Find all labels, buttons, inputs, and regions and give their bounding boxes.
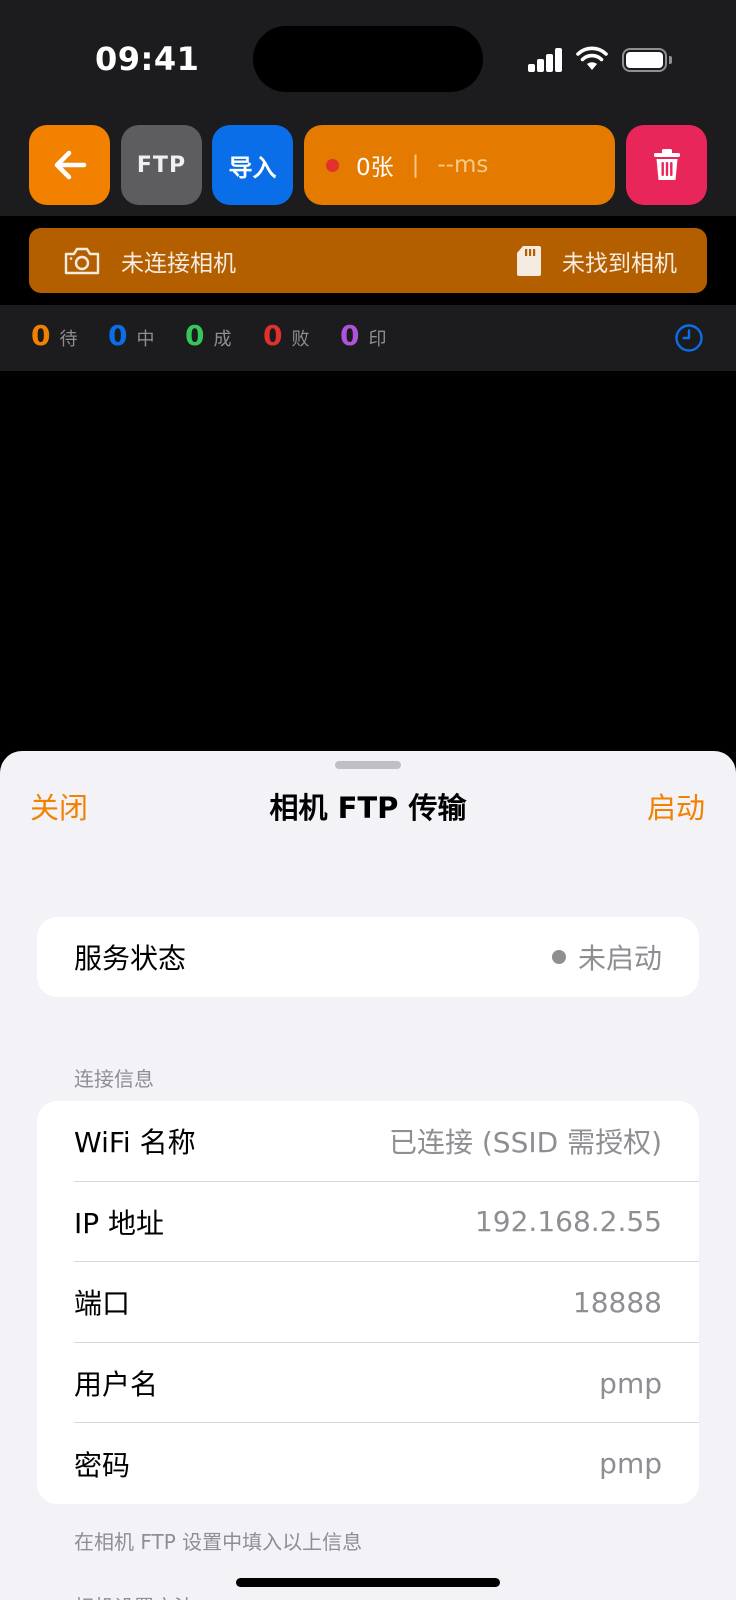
service-status-value: 未启动 xyxy=(551,937,662,977)
arrow-left-icon xyxy=(54,150,86,180)
stat-in-progress: 0 中 xyxy=(108,319,154,352)
sd-card-icon xyxy=(517,245,541,276)
password-label: 密码 xyxy=(74,1448,131,1482)
ftp-button[interactable]: FTP xyxy=(121,125,202,205)
toolbar: FTP 导入 0张 | --ms xyxy=(0,118,736,216)
camera-connection-text: 未连接相机 xyxy=(121,250,236,277)
username-label: 用户名 xyxy=(74,1368,159,1402)
port-value: 18888 xyxy=(572,1285,662,1319)
camera-icon xyxy=(64,247,100,274)
camera-connection-status: 未连接相机 xyxy=(63,228,236,293)
stat-success-count: 0 xyxy=(185,319,205,352)
service-status-row: 服务状态 未启动 xyxy=(37,917,699,997)
stats-bar: 0 待 0 中 0 成 0 败 0 印 xyxy=(0,305,736,371)
service-status-text: 未启动 xyxy=(577,942,662,975)
connection-info-card: WiFi 名称 已连接 (SSID 需授权) IP 地址 192.168.2.5… xyxy=(37,1101,699,1504)
camera-detection-status: 未找到相机 xyxy=(516,228,677,293)
wifi-name-row: WiFi 名称 已连接 (SSID 需授权) xyxy=(37,1101,699,1182)
wifi-name-label: WiFi 名称 xyxy=(74,1126,196,1160)
stat-pending-count: 0 xyxy=(31,319,51,352)
wifi-icon xyxy=(576,46,608,70)
close-button[interactable]: 关闭 xyxy=(30,785,88,827)
capture-count-pill[interactable]: 0张 | --ms xyxy=(304,125,615,205)
status-time: 09:41 xyxy=(95,40,200,78)
stat-pending: 0 待 xyxy=(31,319,77,352)
stat-printed-count: 0 xyxy=(340,319,360,352)
ip-address-value: 192.168.2.55 xyxy=(474,1205,662,1239)
delete-button[interactable] xyxy=(626,125,707,205)
stat-in-progress-count: 0 xyxy=(108,319,128,352)
latency-value: --ms xyxy=(437,152,489,178)
camera-setup-section-header: 相机设置方法 xyxy=(74,1591,194,1600)
start-button[interactable]: 启动 xyxy=(647,785,705,827)
stat-failed-label: 败 xyxy=(291,329,310,350)
pill-separator: | xyxy=(411,152,420,178)
stat-pending-label: 待 xyxy=(59,329,78,350)
password-row: 密码 pmp xyxy=(37,1423,699,1504)
service-status-label: 服务状态 xyxy=(74,942,187,975)
battery-icon xyxy=(622,48,672,72)
status-dot-icon xyxy=(551,950,566,964)
status-bar: 09:41 xyxy=(0,0,736,118)
port-row: 端口 18888 xyxy=(37,1262,699,1343)
username-value: pmp xyxy=(599,1366,662,1400)
port-label: 端口 xyxy=(74,1287,131,1321)
stat-success-label: 成 xyxy=(213,329,232,350)
sheet-title: 相机 FTP 传输 xyxy=(269,791,467,825)
stat-failed-count: 0 xyxy=(263,319,283,352)
ip-address-label: IP 地址 xyxy=(74,1206,165,1240)
connection-footer-note: 在相机 FTP 设置中填入以上信息 xyxy=(74,1530,363,1554)
dynamic-island xyxy=(253,26,483,92)
sheet-grabber[interactable] xyxy=(335,761,401,769)
recording-dot-icon xyxy=(326,158,339,172)
stat-printed: 0 印 xyxy=(340,319,386,352)
stat-failed: 0 败 xyxy=(263,319,309,352)
import-button[interactable]: 导入 xyxy=(212,125,293,205)
clock-icon[interactable] xyxy=(674,323,704,353)
stat-success: 0 成 xyxy=(185,319,231,352)
ftp-sheet: 相机 FTP 传输 关闭 启动 服务状态 未启动 连接信息 WiFi 名称 已连… xyxy=(0,751,736,1600)
camera-status-bar: 未连接相机 未找到相机 xyxy=(29,228,707,293)
wifi-name-value: 已连接 (SSID 需授权) xyxy=(388,1126,662,1160)
photo-count: 0张 xyxy=(356,155,394,181)
stat-in-progress-label: 中 xyxy=(136,329,155,350)
home-indicator[interactable] xyxy=(236,1578,500,1587)
back-button[interactable] xyxy=(29,125,110,205)
username-row: 用户名 pmp xyxy=(37,1343,699,1424)
service-status-card: 服务状态 未启动 xyxy=(37,917,699,997)
cellular-signal-icon xyxy=(528,48,564,72)
trash-icon xyxy=(653,149,680,180)
connection-section-header: 连接信息 xyxy=(74,1067,154,1091)
ip-address-row: IP 地址 192.168.2.55 xyxy=(37,1182,699,1263)
stat-printed-label: 印 xyxy=(368,329,387,350)
camera-detection-text: 未找到相机 xyxy=(562,250,677,277)
password-value: pmp xyxy=(599,1447,662,1481)
